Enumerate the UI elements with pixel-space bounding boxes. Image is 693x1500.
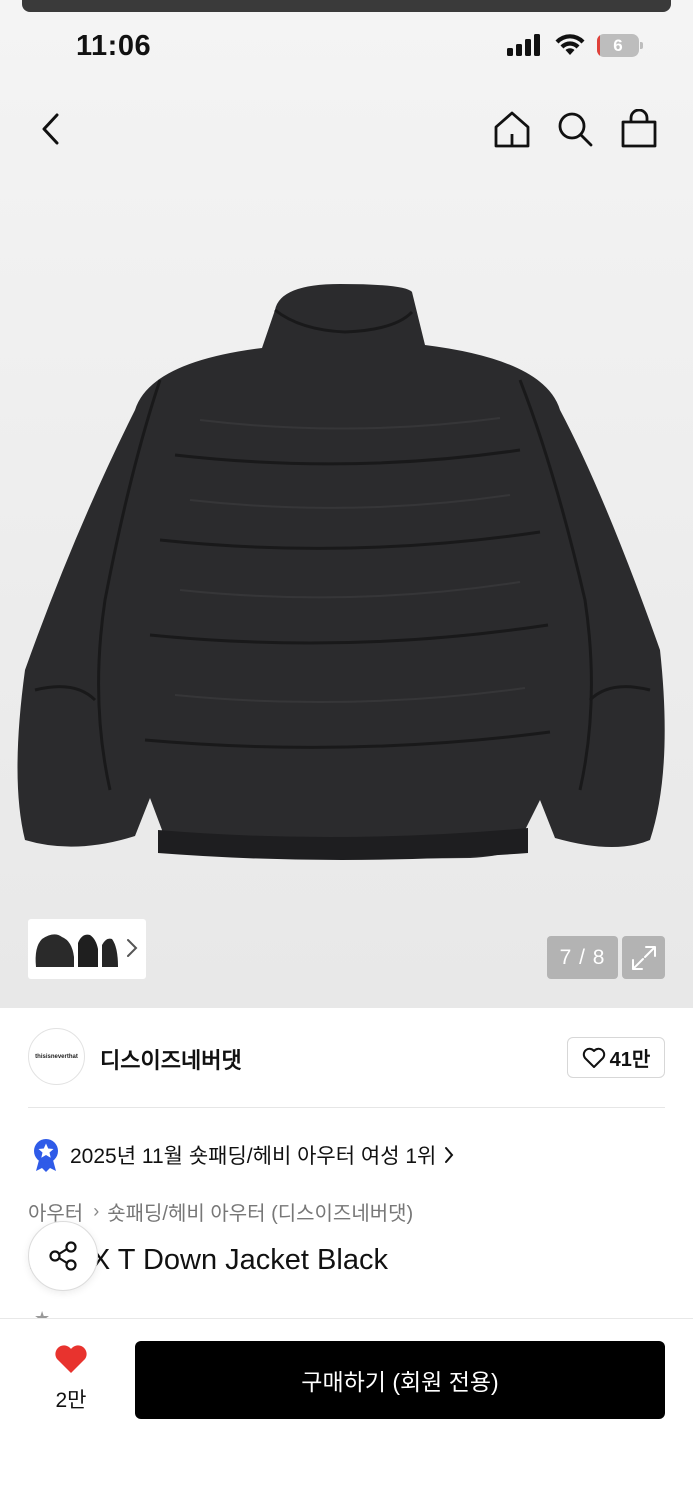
share-icon <box>49 1241 77 1271</box>
wishlist-button[interactable]: 2만 <box>40 1343 102 1414</box>
ranking-link[interactable]: 2025년 11월 숏패딩/헤비 아우터 여성 1위 <box>32 1138 454 1172</box>
product-photo <box>17 284 665 860</box>
divider <box>28 1107 665 1108</box>
product-image-gallery[interactable]: 11:06 6 7 / 8 <box>0 0 693 1008</box>
chevron-right-icon <box>445 1147 454 1163</box>
top-sheet-handle <box>22 0 671 12</box>
brand-like-count: 41만 <box>609 1049 651 1071</box>
thumbnail-strip[interactable] <box>28 919 146 979</box>
image-counter: 7 / 8 <box>547 936 618 979</box>
thumbnail-images <box>35 934 118 967</box>
brand-row: thisisneverthat 디스이즈네버댓 41만 <box>28 1028 665 1086</box>
home-icon[interactable] <box>489 106 535 152</box>
brand-logo[interactable]: thisisneverthat <box>28 1028 85 1085</box>
wishlist-count: 2만 <box>55 1389 87 1412</box>
battery-icon: 6 <box>597 34 643 57</box>
breadcrumb-subcategory[interactable]: 숏패딩/헤비 아우터 (디스이즈네버댓) <box>107 1197 413 1226</box>
heart-filled-icon <box>55 1345 87 1373</box>
ranking-text: 2025년 11월 숏패딩/헤비 아우터 여성 1위 <box>70 1145 437 1168</box>
wifi-icon <box>555 34 585 55</box>
status-time: 11:06 <box>76 30 152 62</box>
star-medal-icon <box>34 1139 58 1172</box>
breadcrumb: 아우터 › 숏패딩/헤비 아우터 (디스이즈네버댓) <box>28 1197 413 1226</box>
brand-logo-text: thisisneverthat <box>35 1053 78 1060</box>
search-icon[interactable] <box>552 106 598 152</box>
buy-button[interactable]: 구매하기 (회원 전용) <box>135 1341 665 1419</box>
chevron-right-icon: › <box>93 1201 100 1221</box>
shopping-bag-icon[interactable] <box>616 106 662 152</box>
battery-percentage: 6 <box>613 36 623 55</box>
back-arrow-icon[interactable] <box>28 106 74 152</box>
bottom-action-bar: 2만 구매하기 (회원 전용) <box>0 1318 693 1500</box>
heart-outline-icon <box>582 1047 605 1068</box>
chevron-right-icon <box>127 939 138 957</box>
status-bar: 11:06 6 <box>0 20 693 72</box>
share-button[interactable] <box>28 1221 98 1291</box>
brand-name[interactable]: 디스이즈네버댓 <box>100 1043 242 1075</box>
brand-like-button[interactable]: 41만 <box>567 1037 665 1078</box>
cellular-signal-icon <box>507 34 543 56</box>
expand-icon[interactable] <box>622 936 665 979</box>
